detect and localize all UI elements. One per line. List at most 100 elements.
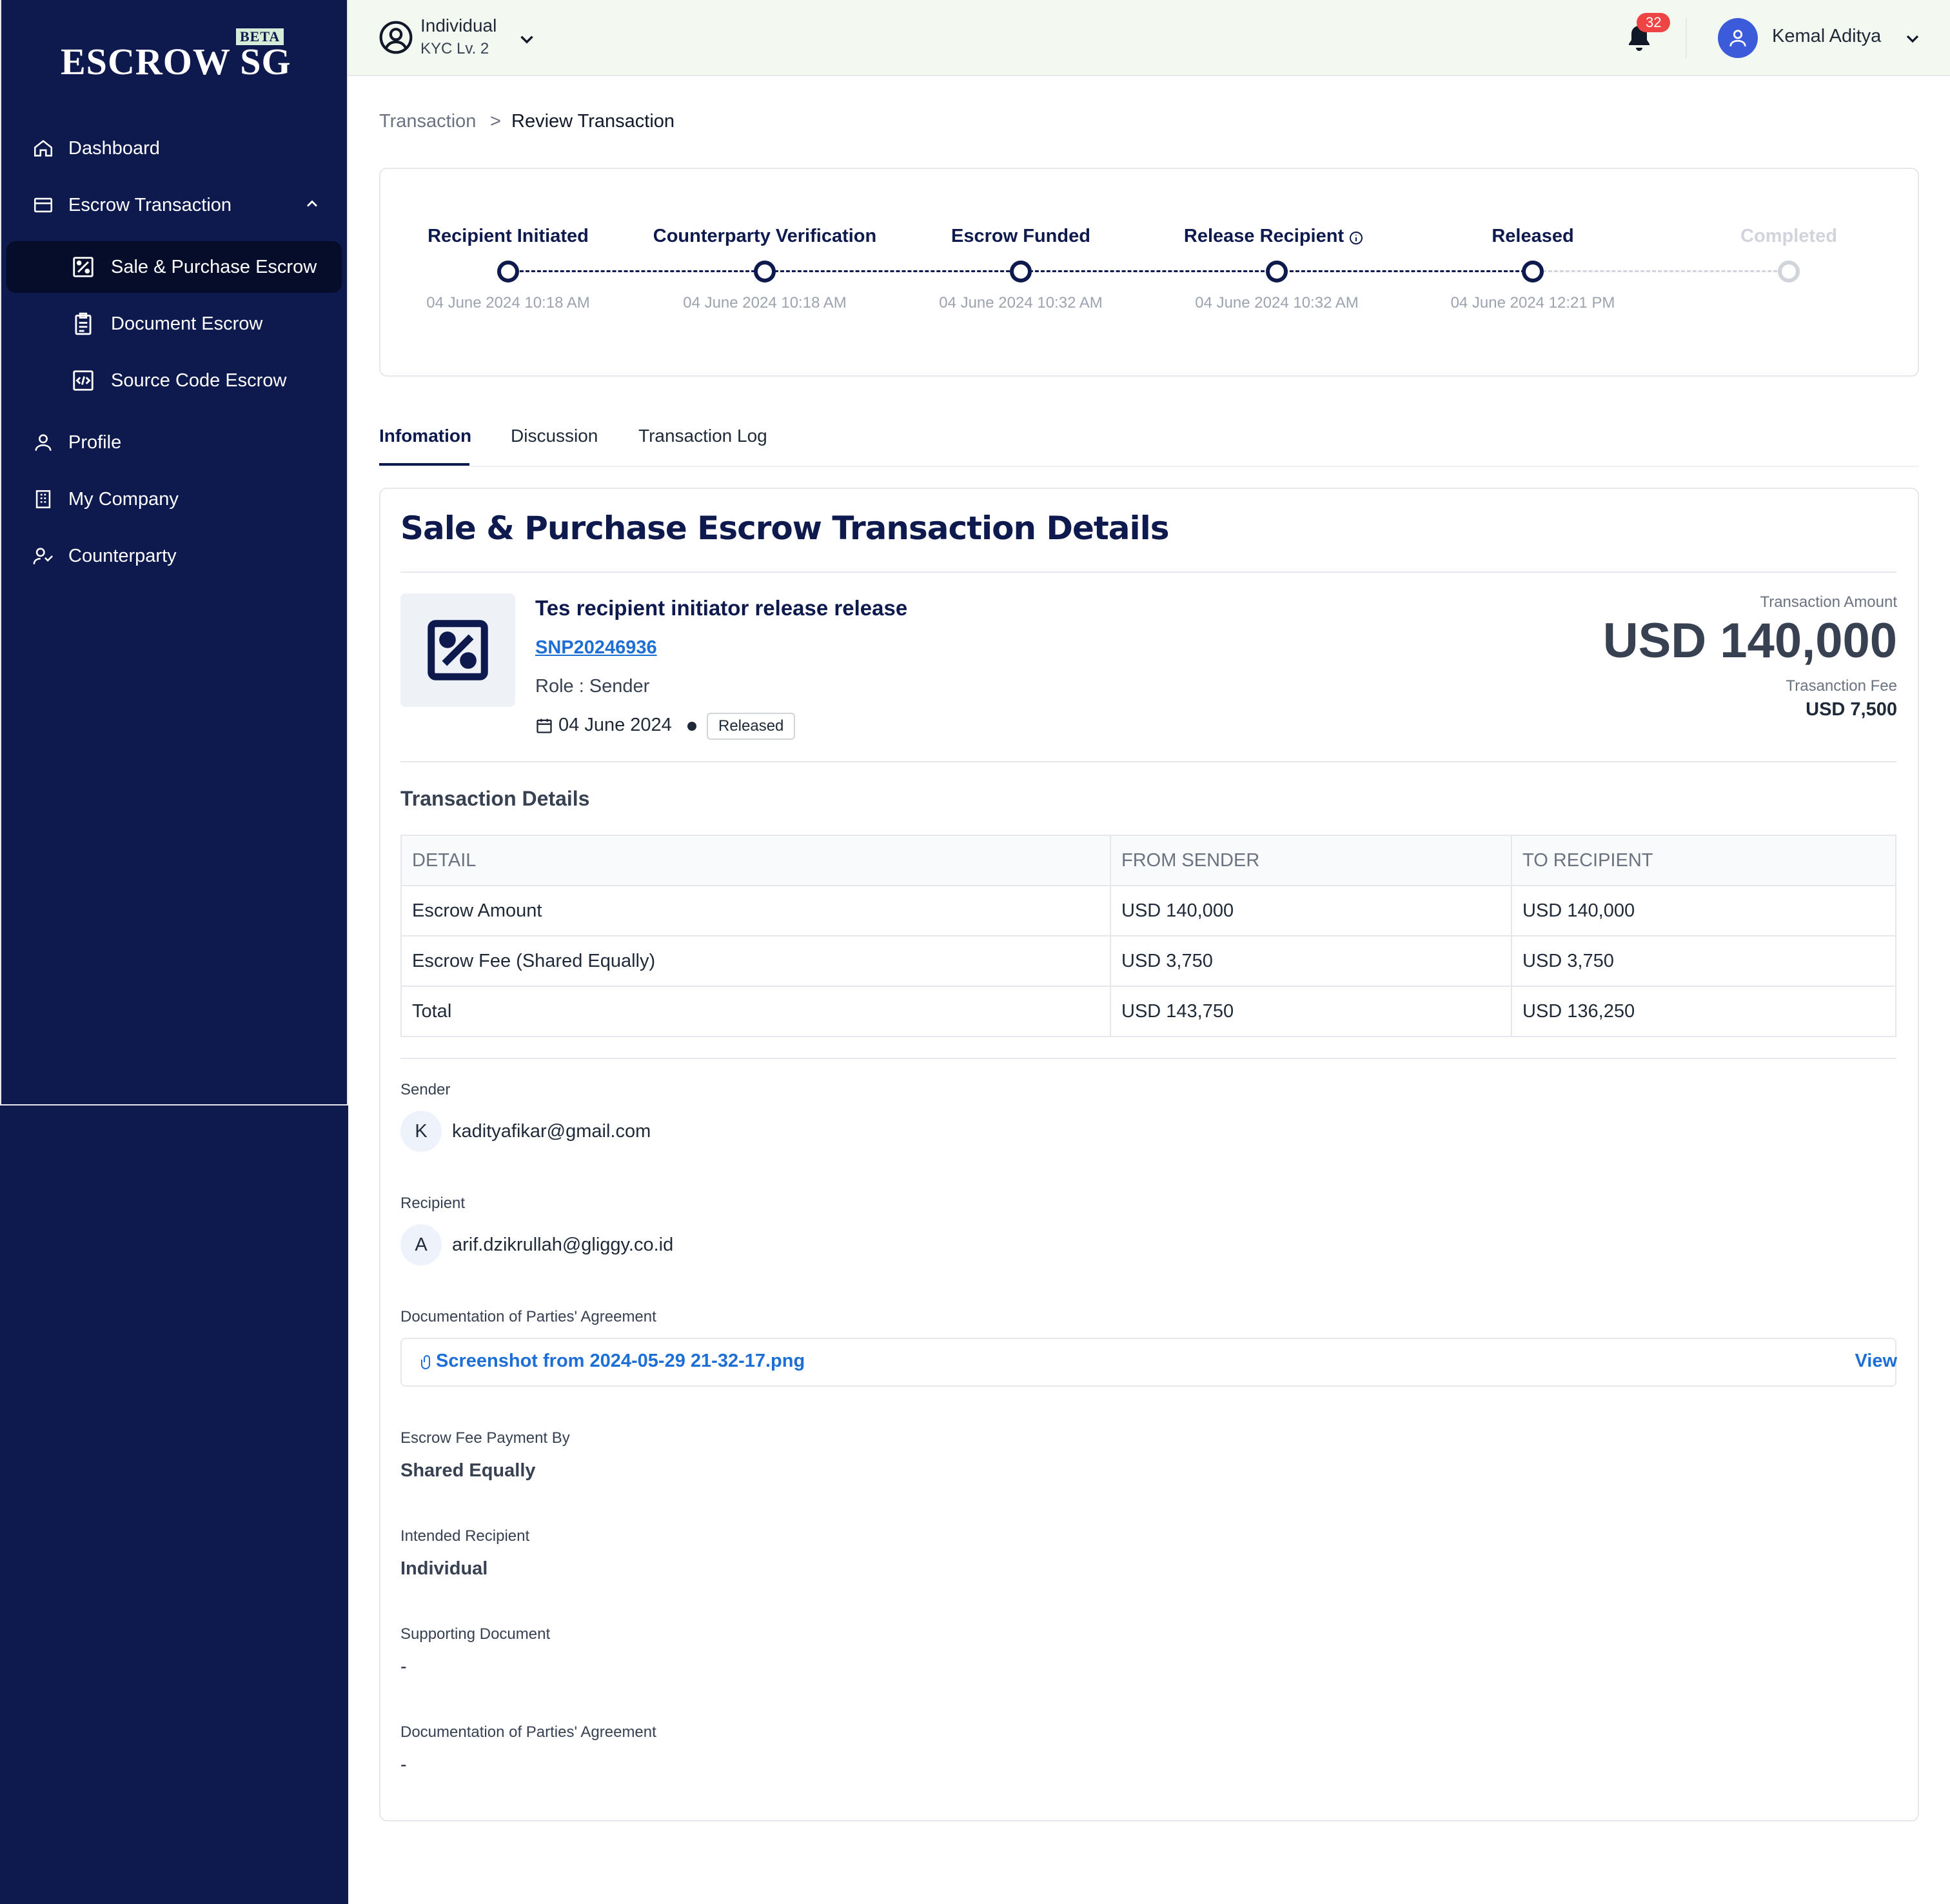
sidebar-item-sale-purchase-escrow[interactable]: Sale & Purchase Escrow bbox=[71, 248, 317, 286]
sidebar-item-profile[interactable]: Profile bbox=[32, 423, 121, 462]
fee-payment-value: Shared Equally bbox=[400, 1460, 536, 1481]
step-dot bbox=[1010, 261, 1032, 283]
users-icon bbox=[33, 548, 54, 564]
sidebar-item-dashboard[interactable]: Dashboard bbox=[32, 129, 160, 168]
amount-label: Transaction Amount bbox=[1760, 593, 1897, 611]
breadcrumb-parent[interactable]: Transaction bbox=[379, 111, 476, 132]
view-file-button[interactable]: View bbox=[1855, 1351, 1897, 1372]
info-icon[interactable] bbox=[1348, 230, 1364, 246]
step-date: 04 June 2024 10:18 AM bbox=[426, 294, 590, 312]
sidebar-item-label: Document Escrow bbox=[111, 313, 263, 334]
user-icon bbox=[35, 434, 52, 451]
page-title: Sale & Purchase Escrow Transaction Detai… bbox=[400, 510, 1170, 547]
divider bbox=[400, 1058, 1896, 1059]
user-name[interactable]: Kemal Aditya bbox=[1772, 26, 1881, 47]
tabs-divider bbox=[379, 466, 1919, 467]
card-icon bbox=[34, 197, 53, 213]
sender-label: Sender bbox=[400, 1081, 451, 1098]
agreement-doc-value: - bbox=[400, 1754, 407, 1775]
step-date: 04 June 2024 12:21 PM bbox=[1450, 294, 1615, 312]
percent-icon bbox=[428, 620, 488, 680]
fee-payment-label: Escrow Fee Payment By bbox=[400, 1429, 570, 1447]
table-row: Total USD 143,750 USD 136,250 bbox=[400, 986, 1896, 1037]
transaction-role: Role : Sender bbox=[535, 676, 650, 697]
sidebar-item-document-escrow[interactable]: Document Escrow bbox=[71, 304, 262, 343]
chevron-down-icon[interactable] bbox=[1902, 28, 1923, 49]
account-circle-icon[interactable] bbox=[378, 19, 414, 55]
step-dot bbox=[1266, 261, 1288, 283]
sidebar-item-source-code-escrow[interactable]: Source Code Escrow bbox=[71, 361, 286, 400]
calendar-icon bbox=[537, 719, 552, 733]
table-cell: Escrow Fee (Shared Equally) bbox=[400, 935, 1111, 987]
sidebar: ESCROW SG BETA Dashboard Escrow Transact… bbox=[0, 0, 348, 1904]
agreement-file-link[interactable]: Screenshot from 2024-05-29 21-32-17.png bbox=[436, 1351, 805, 1372]
tab-discussion[interactable]: Discussion bbox=[511, 426, 598, 446]
brand-logo[interactable]: ESCROW SG bbox=[61, 40, 291, 83]
table-cell: USD 140,000 bbox=[1110, 885, 1512, 937]
step-dot bbox=[754, 261, 776, 283]
sidebar-item-label: Sale & Purchase Escrow bbox=[111, 256, 317, 277]
sidebar-item-label: Source Code Escrow bbox=[111, 370, 287, 391]
agreement-doc-label: Documentation of Parties' Agreement bbox=[400, 1723, 656, 1741]
sidebar-item-label: My Company bbox=[68, 488, 179, 510]
chevron-up-icon[interactable] bbox=[303, 195, 321, 213]
escrow-type-thumbnail bbox=[400, 593, 515, 707]
transaction-ref-link[interactable]: SNP20246936 bbox=[535, 637, 657, 659]
account-type[interactable]: Individual bbox=[420, 15, 497, 36]
step-date: 04 June 2024 10:32 AM bbox=[939, 294, 1103, 312]
divider bbox=[400, 571, 1896, 573]
status-badge: Released bbox=[707, 713, 796, 740]
table-cell: USD 3,750 bbox=[1511, 935, 1896, 987]
table-cell: Escrow Amount bbox=[400, 885, 1111, 937]
table-cell: USD 140,000 bbox=[1511, 885, 1896, 937]
topbar-divider bbox=[1686, 18, 1687, 58]
clipboard-icon bbox=[75, 312, 92, 335]
agreement-label: Documentation of Parties' Agreement bbox=[400, 1308, 656, 1325]
step-label: Completed bbox=[1740, 226, 1837, 246]
sender-email: kadityafikar@gmail.com bbox=[452, 1121, 651, 1142]
tab-transaction-log[interactable]: Transaction Log bbox=[638, 426, 767, 446]
beta-badge: BETA bbox=[236, 28, 284, 45]
chevron-down-icon[interactable] bbox=[516, 28, 538, 50]
transaction-details-table: DETAIL FROM SENDER TO RECIPIENT Escrow A… bbox=[400, 835, 1896, 1037]
table-row: Escrow Fee (Shared Equally) USD 3,750 US… bbox=[400, 935, 1896, 987]
column-header: DETAIL bbox=[400, 835, 1111, 886]
recipient-email: arif.dzikrullah@gliggy.co.id bbox=[452, 1235, 674, 1255]
sidebar-item-label: Profile bbox=[68, 431, 122, 453]
sidebar-item-counterparty[interactable]: Counterparty bbox=[32, 537, 177, 575]
step-dot bbox=[497, 261, 519, 283]
step-date: 04 June 2024 10:32 AM bbox=[1195, 294, 1359, 312]
intended-recipient-value: Individual bbox=[400, 1558, 488, 1579]
tab-information[interactable]: Infomation bbox=[379, 426, 471, 446]
user-avatar-icon bbox=[1729, 30, 1746, 46]
transaction-date: 04 June 2024 bbox=[558, 715, 672, 735]
table-cell: Total bbox=[400, 986, 1111, 1037]
table-row: Escrow Amount USD 140,000 USD 140,000 bbox=[400, 885, 1896, 937]
home-icon bbox=[34, 140, 53, 157]
sidebar-item-label: Escrow Transaction bbox=[68, 194, 232, 215]
column-header: TO RECIPIENT bbox=[1511, 835, 1896, 886]
divider bbox=[400, 761, 1896, 762]
top-bar: Individual KYC Lv. 2 32 Kemal Aditya bbox=[348, 0, 1950, 76]
sender-avatar: K bbox=[400, 1111, 442, 1152]
progress-stepper-card bbox=[379, 168, 1919, 377]
step-label: Released bbox=[1492, 226, 1574, 246]
recipient-avatar: A bbox=[400, 1224, 442, 1265]
step-date: 04 June 2024 10:18 AM bbox=[683, 294, 847, 312]
step-label: Counterparty Verification bbox=[653, 226, 877, 246]
transaction-fee: USD 7,500 bbox=[1806, 699, 1897, 720]
stepper-line-pending bbox=[1531, 270, 1789, 272]
notification-count-badge: 32 bbox=[1637, 13, 1671, 32]
table-header-row: DETAIL FROM SENDER TO RECIPIENT bbox=[400, 835, 1896, 886]
table-cell: USD 3,750 bbox=[1110, 935, 1512, 987]
transaction-details-title: Transaction Details bbox=[400, 787, 590, 810]
breadcrumb-current: Review Transaction bbox=[511, 111, 675, 132]
sidebar-item-my-company[interactable]: My Company bbox=[32, 480, 179, 519]
table-cell: USD 136,250 bbox=[1511, 986, 1896, 1037]
recipient-label: Recipient bbox=[400, 1195, 466, 1212]
table-cell: USD 143,750 bbox=[1110, 986, 1512, 1037]
avatar[interactable] bbox=[1718, 18, 1758, 58]
sidebar-item-escrow-transaction[interactable]: Escrow Transaction bbox=[32, 186, 231, 224]
building-icon bbox=[35, 490, 51, 509]
intended-recipient-label: Intended Recipient bbox=[400, 1527, 530, 1545]
